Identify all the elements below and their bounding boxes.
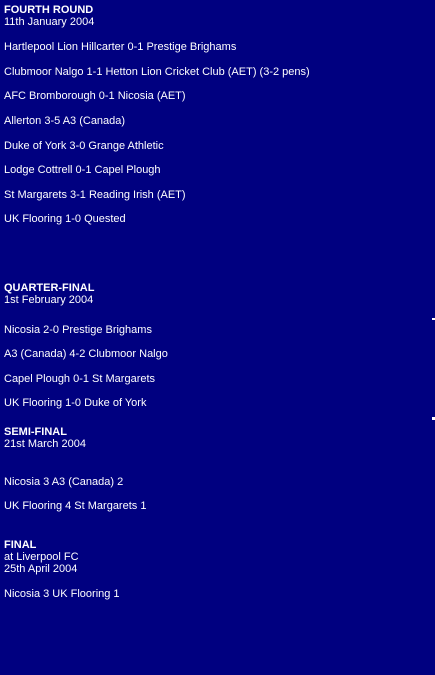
match-line: UK Flooring 1-0 Quested: [4, 213, 126, 225]
final-title: FINAL: [4, 539, 37, 551]
match-line: Nicosia 2-0 Prestige Brighams: [4, 324, 152, 336]
match-line: Allerton 3-5 A3 (Canada): [4, 115, 126, 127]
final-header: FINAL at Liverpool FC 25th April 2004: [4, 539, 79, 575]
match-line: Clubmoor Nalgo 1-1 Hetton Lion Cricket C…: [4, 66, 310, 78]
match-line: UK Flooring 1-0 Duke of York: [4, 397, 147, 409]
final-venue: at Liverpool FC: [4, 551, 79, 563]
match-line: A3 (Canada) 4-2 Clubmoor Nalgo: [4, 348, 168, 360]
match-line: St Margarets 3-1 Reading Irish (AET): [4, 189, 186, 201]
semi-final-header: SEMI-FINAL 21st March 2004: [4, 426, 86, 450]
semi-final-title: SEMI-FINAL: [4, 426, 67, 438]
match-line: Capel Plough 0-1 St Margarets: [4, 373, 156, 385]
match-line: UK Flooring 4 St Margarets 1: [4, 500, 147, 512]
match-line: Nicosia 3 UK Flooring 1: [4, 588, 120, 600]
quarter-final-date: 1st February 2004: [4, 294, 94, 306]
semi-final-date: 21st March 2004: [4, 438, 86, 450]
match-line: Duke of York 3-0 Grange Athletic: [4, 140, 164, 152]
match-line: Nicosia 3 A3 (Canada) 2: [4, 476, 124, 488]
fourth-round-header: FOURTH ROUND 11th January 2004: [4, 4, 94, 28]
quarter-final-header: QUARTER-FINAL 1st February 2004: [4, 282, 94, 306]
match-line: Hartlepool Lion Hillcarter 0-1 Prestige …: [4, 41, 237, 53]
match-line: Lodge Cottrell 0-1 Capel Plough: [4, 164, 161, 176]
fourth-round-date: 11th January 2004: [4, 16, 95, 28]
quarter-final-title: QUARTER-FINAL: [4, 282, 95, 294]
final-date: 25th April 2004: [4, 563, 78, 575]
fourth-round-title: FOURTH ROUND: [4, 4, 94, 16]
match-line: AFC Bromborough 0-1 Nicosia (AET): [4, 90, 186, 102]
